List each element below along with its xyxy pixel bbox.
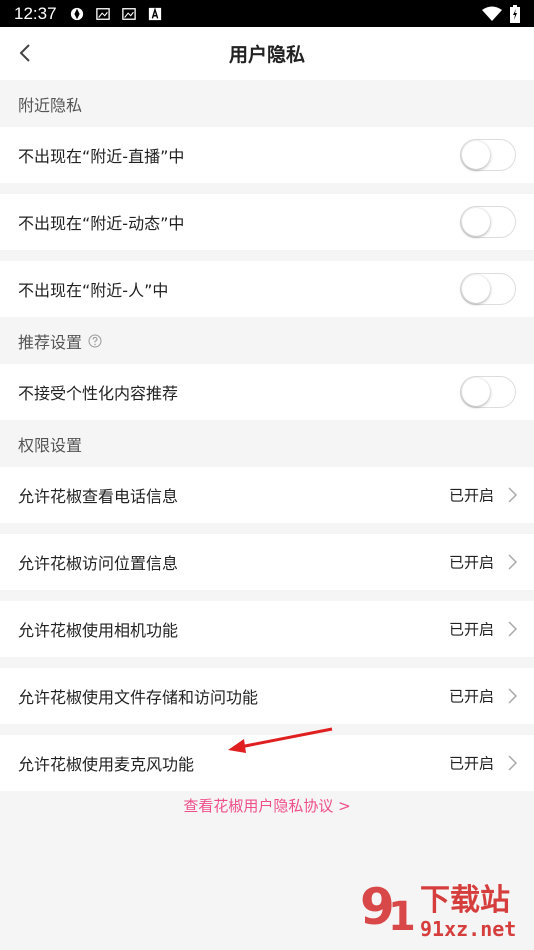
setting-label: 不出现在“附近-直播”中 <box>18 147 185 166</box>
status-bar: 12:37 <box>0 0 534 27</box>
app-notification-icon <box>70 7 83 20</box>
navigation-bar: 用户隐私 <box>0 27 534 80</box>
status-time: 12:37 <box>14 3 57 23</box>
permission-label: 允许花椒使用相机功能 <box>18 621 179 640</box>
hide-live-toggle[interactable] <box>460 139 516 171</box>
chevron-right-icon <box>508 487 518 503</box>
setting-label: 不接受个性化内容推荐 <box>18 384 179 403</box>
setting-row-hide-live: 不出现在“附近-直播”中 <box>0 127 534 183</box>
section-header-recommend: 推荐设置 <box>0 317 534 364</box>
help-icon[interactable] <box>88 334 102 348</box>
permission-status: 已开启 <box>448 486 494 505</box>
permission-row-camera[interactable]: 允许花椒使用相机功能 已开启 <box>0 601 534 657</box>
setting-row-no-personalized: 不接受个性化内容推荐 <box>0 364 534 420</box>
permission-status: 已开启 <box>448 754 494 773</box>
wifi-icon <box>482 6 502 21</box>
permission-label: 允许花椒访问位置信息 <box>18 554 179 573</box>
setting-row-hide-people: 不出现在“附近-人”中 <box>0 261 534 317</box>
permission-label: 允许花椒使用文件存储和访问功能 <box>18 688 259 707</box>
section-title: 权限设置 <box>18 435 83 455</box>
permission-row-phone[interactable]: 允许花椒查看电话信息 已开启 <box>0 467 534 523</box>
chevron-right-icon <box>508 621 518 637</box>
toggle-knob <box>462 275 490 303</box>
permission-row-location[interactable]: 允许花椒访问位置信息 已开启 <box>0 534 534 590</box>
permission-label: 允许花椒使用麦克风功能 <box>18 755 195 774</box>
section-title: 附近隐私 <box>18 95 83 115</box>
page-title: 用户隐私 <box>228 44 305 66</box>
no-personalized-toggle[interactable] <box>460 376 516 408</box>
permission-row-storage[interactable]: 允许花椒使用文件存储和访问功能 已开启 <box>0 668 534 724</box>
section-title: 推荐设置 <box>18 332 83 352</box>
svg-text:91xz.net: 91xz.net <box>420 917 516 941</box>
font-notification-icon <box>148 6 161 20</box>
privacy-policy-link[interactable]: 查看花椒用户隐私协议 > <box>0 795 534 816</box>
annotation-arrow-icon <box>228 727 333 753</box>
battery-icon <box>510 4 520 23</box>
permission-status: 已开启 <box>448 620 494 639</box>
setting-row-hide-moments: 不出现在“附近-动态”中 <box>0 194 534 250</box>
svg-text:1: 1 <box>388 894 416 940</box>
gallery-notification-icon <box>95 7 110 20</box>
hide-people-toggle[interactable] <box>460 273 516 305</box>
svg-text:下载站: 下载站 <box>420 883 510 918</box>
toggle-knob <box>462 141 490 169</box>
setting-label: 不出现在“附近-动态”中 <box>18 214 185 233</box>
permission-status: 已开启 <box>448 687 494 706</box>
permission-label: 允许花椒查看电话信息 <box>18 487 179 506</box>
chevron-right-icon <box>508 755 518 771</box>
section-header-nearby: 附近隐私 <box>0 80 534 127</box>
setting-label: 不出现在“附近-人”中 <box>18 281 169 300</box>
watermark-logo: 9 1 下载站 91xz.net <box>360 878 516 941</box>
chevron-left-icon <box>19 44 30 62</box>
toggle-knob <box>462 208 490 236</box>
back-button[interactable] <box>12 39 38 67</box>
hide-moments-toggle[interactable] <box>460 206 516 238</box>
chevron-right-icon <box>508 688 518 704</box>
permission-status: 已开启 <box>448 553 494 572</box>
section-header-permissions: 权限设置 <box>0 420 534 467</box>
gallery-notification-icon-2 <box>121 7 136 20</box>
toggle-knob <box>462 378 490 406</box>
chevron-right-icon <box>508 554 518 570</box>
